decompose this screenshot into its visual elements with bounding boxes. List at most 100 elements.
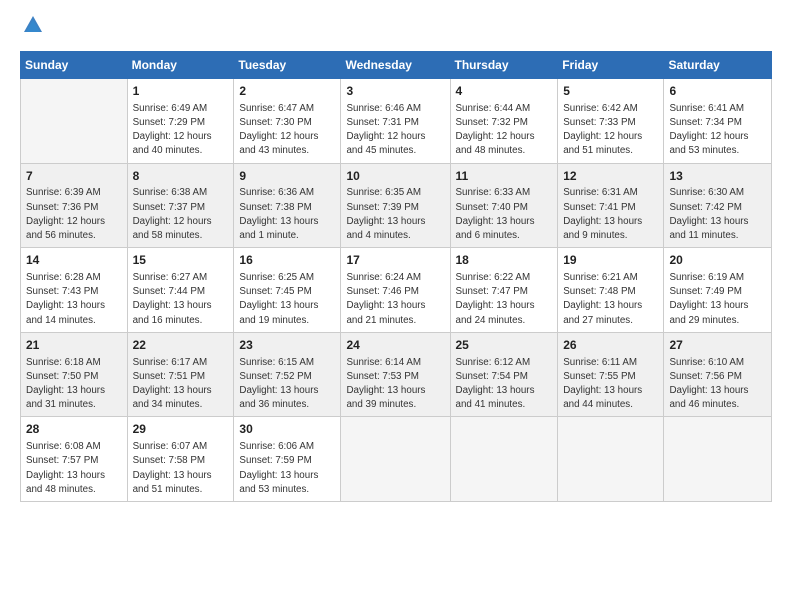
header-day-thursday: Thursday <box>450 52 558 79</box>
day-number: 18 <box>456 252 553 269</box>
calendar-cell: 9Sunrise: 6:36 AMSunset: 7:38 PMDaylight… <box>234 163 341 248</box>
day-number: 8 <box>133 168 229 185</box>
day-info: Sunrise: 6:24 AMSunset: 7:46 PMDaylight:… <box>346 271 444 328</box>
calendar-cell: 19 Sunrise: 6:21 AMSunset: 7:48 PMDayligh… <box>558 248 664 333</box>
calendar-cell: 16 Sunrise: 6:25 AMSunset: 7:45 PMDayligh… <box>234 248 341 333</box>
day-info: Sunrise: 6:33 AMSunset: 7:40 PMDaylight:… <box>456 186 553 243</box>
calendar-cell <box>21 79 128 164</box>
logo-icon <box>22 14 44 41</box>
day-info: Sunrise: 6:06 AMSunset: 7:59 PMDaylight:… <box>239 440 335 497</box>
day-info: Sunrise: 6:18 AMSunset: 7:50 PMDaylight:… <box>26 356 122 413</box>
day-number: 12 <box>563 168 658 185</box>
calendar-cell: 10Sunrise: 6:35 AMSunset: 7:39 PMDayligh… <box>341 163 450 248</box>
header-day-saturday: Saturday <box>664 52 772 79</box>
day-number: 1 <box>133 83 229 100</box>
day-number: 30 <box>239 421 335 438</box>
calendar-cell: 8Sunrise: 6:38 AMSunset: 7:37 PMDaylight… <box>127 163 234 248</box>
logo <box>20 16 44 41</box>
day-number: 14 <box>26 252 122 269</box>
header <box>20 16 772 41</box>
calendar-cell: 3Sunrise: 6:46 AMSunset: 7:31 PMDaylight… <box>341 79 450 164</box>
calendar-cell <box>450 417 558 502</box>
day-number: 7 <box>26 168 122 185</box>
header-day-wednesday: Wednesday <box>341 52 450 79</box>
calendar-cell: 22Sunrise: 6:17 AMSunset: 7:51 PMDayligh… <box>127 332 234 417</box>
day-number: 29 <box>133 421 229 438</box>
calendar-cell: 7Sunrise: 6:39 AMSunset: 7:36 PMDaylight… <box>21 163 128 248</box>
calendar-cell: 28 Sunrise: 6:08 AMSunset: 7:57 PMDayligh… <box>21 417 128 502</box>
day-number: 2 <box>239 83 335 100</box>
day-info: Sunrise: 6:44 AMSunset: 7:32 PMDaylight:… <box>456 102 553 159</box>
day-info: Sunrise: 6:27 AMSunset: 7:44 PMDaylight:… <box>133 271 229 328</box>
header-day-sunday: Sunday <box>21 52 128 79</box>
day-info: Sunrise: 6:42 AMSunset: 7:33 PMDaylight:… <box>563 102 658 159</box>
calendar-cell: 6Sunrise: 6:41 AMSunset: 7:34 PMDaylight… <box>664 79 772 164</box>
day-info: Sunrise: 6:47 AMSunset: 7:30 PMDaylight:… <box>239 102 335 159</box>
day-number: 10 <box>346 168 444 185</box>
day-info: Sunrise: 6:10 AMSunset: 7:56 PMDaylight:… <box>669 356 766 413</box>
calendar-cell: 13Sunrise: 6:30 AMSunset: 7:42 PMDayligh… <box>664 163 772 248</box>
calendar-cell: 30 Sunrise: 6:06 AMSunset: 7:59 PMDayligh… <box>234 417 341 502</box>
header-day-monday: Monday <box>127 52 234 79</box>
day-info: Sunrise: 6:08 AMSunset: 7:57 PMDaylight:… <box>26 440 122 497</box>
day-info: Sunrise: 6:31 AMSunset: 7:41 PMDaylight:… <box>563 186 658 243</box>
day-number: 16 <box>239 252 335 269</box>
day-number: 24 <box>346 337 444 354</box>
calendar-cell: 14 Sunrise: 6:28 AMSunset: 7:43 PMDayligh… <box>21 248 128 333</box>
day-number: 17 <box>346 252 444 269</box>
calendar-week-row: 14 Sunrise: 6:28 AMSunset: 7:43 PMDayligh… <box>21 248 772 333</box>
calendar-cell: 27 Sunrise: 6:10 AMSunset: 7:56 PMDayligh… <box>664 332 772 417</box>
calendar-cell: 21 Sunrise: 6:18 AMSunset: 7:50 PMDayligh… <box>21 332 128 417</box>
day-info: Sunrise: 6:36 AMSunset: 7:38 PMDaylight:… <box>239 186 335 243</box>
calendar-cell: 25 Sunrise: 6:12 AMSunset: 7:54 PMDayligh… <box>450 332 558 417</box>
calendar-cell: 23 Sunrise: 6:15 AMSunset: 7:52 PMDayligh… <box>234 332 341 417</box>
header-day-tuesday: Tuesday <box>234 52 341 79</box>
day-info: Sunrise: 6:28 AMSunset: 7:43 PMDaylight:… <box>26 271 122 328</box>
calendar-cell: 15 Sunrise: 6:27 AMSunset: 7:44 PMDayligh… <box>127 248 234 333</box>
day-info: Sunrise: 6:49 AMSunset: 7:29 PMDaylight:… <box>133 102 229 159</box>
day-number: 11 <box>456 168 553 185</box>
calendar-cell: 29 Sunrise: 6:07 AMSunset: 7:58 PMDayligh… <box>127 417 234 502</box>
calendar-week-row: 1 Sunrise: 6:49 AMSunset: 7:29 PMDaylight… <box>21 79 772 164</box>
calendar-cell: 4 Sunrise: 6:44 AMSunset: 7:32 PMDaylight… <box>450 79 558 164</box>
calendar-cell: 5Sunrise: 6:42 AMSunset: 7:33 PMDaylight… <box>558 79 664 164</box>
calendar-week-row: 28 Sunrise: 6:08 AMSunset: 7:57 PMDayligh… <box>21 417 772 502</box>
calendar-week-row: 21 Sunrise: 6:18 AMSunset: 7:50 PMDayligh… <box>21 332 772 417</box>
calendar-cell: 24 Sunrise: 6:14 AMSunset: 7:53 PMDayligh… <box>341 332 450 417</box>
day-info: Sunrise: 6:12 AMSunset: 7:54 PMDaylight:… <box>456 356 553 413</box>
calendar-header-row: SundayMondayTuesdayWednesdayThursdayFrid… <box>21 52 772 79</box>
day-info: Sunrise: 6:38 AMSunset: 7:37 PMDaylight:… <box>133 186 229 243</box>
day-number: 20 <box>669 252 766 269</box>
calendar-cell <box>341 417 450 502</box>
day-number: 27 <box>669 337 766 354</box>
day-number: 6 <box>669 83 766 100</box>
day-number: 19 <box>563 252 658 269</box>
day-info: Sunrise: 6:25 AMSunset: 7:45 PMDaylight:… <box>239 271 335 328</box>
day-info: Sunrise: 6:14 AMSunset: 7:53 PMDaylight:… <box>346 356 444 413</box>
header-day-friday: Friday <box>558 52 664 79</box>
calendar-cell <box>558 417 664 502</box>
calendar-cell: 2 Sunrise: 6:47 AMSunset: 7:30 PMDaylight… <box>234 79 341 164</box>
day-number: 21 <box>26 337 122 354</box>
day-info: Sunrise: 6:35 AMSunset: 7:39 PMDaylight:… <box>346 186 444 243</box>
day-number: 26 <box>563 337 658 354</box>
day-number: 15 <box>133 252 229 269</box>
calendar-table: SundayMondayTuesdayWednesdayThursdayFrid… <box>20 51 772 502</box>
day-info: Sunrise: 6:11 AMSunset: 7:55 PMDaylight:… <box>563 356 658 413</box>
day-number: 13 <box>669 168 766 185</box>
page: SundayMondayTuesdayWednesdayThursdayFrid… <box>0 0 792 612</box>
day-info: Sunrise: 6:21 AMSunset: 7:48 PMDaylight:… <box>563 271 658 328</box>
day-info: Sunrise: 6:30 AMSunset: 7:42 PMDaylight:… <box>669 186 766 243</box>
day-number: 23 <box>239 337 335 354</box>
day-info: Sunrise: 6:15 AMSunset: 7:52 PMDaylight:… <box>239 356 335 413</box>
day-info: Sunrise: 6:07 AMSunset: 7:58 PMDaylight:… <box>133 440 229 497</box>
day-number: 25 <box>456 337 553 354</box>
day-info: Sunrise: 6:17 AMSunset: 7:51 PMDaylight:… <box>133 356 229 413</box>
day-number: 28 <box>26 421 122 438</box>
calendar-cell: 18Sunrise: 6:22 AMSunset: 7:47 PMDayligh… <box>450 248 558 333</box>
calendar-cell: 17 Sunrise: 6:24 AMSunset: 7:46 PMDayligh… <box>341 248 450 333</box>
day-number: 9 <box>239 168 335 185</box>
day-number: 4 <box>456 83 553 100</box>
calendar-cell <box>664 417 772 502</box>
calendar-cell: 12Sunrise: 6:31 AMSunset: 7:41 PMDayligh… <box>558 163 664 248</box>
